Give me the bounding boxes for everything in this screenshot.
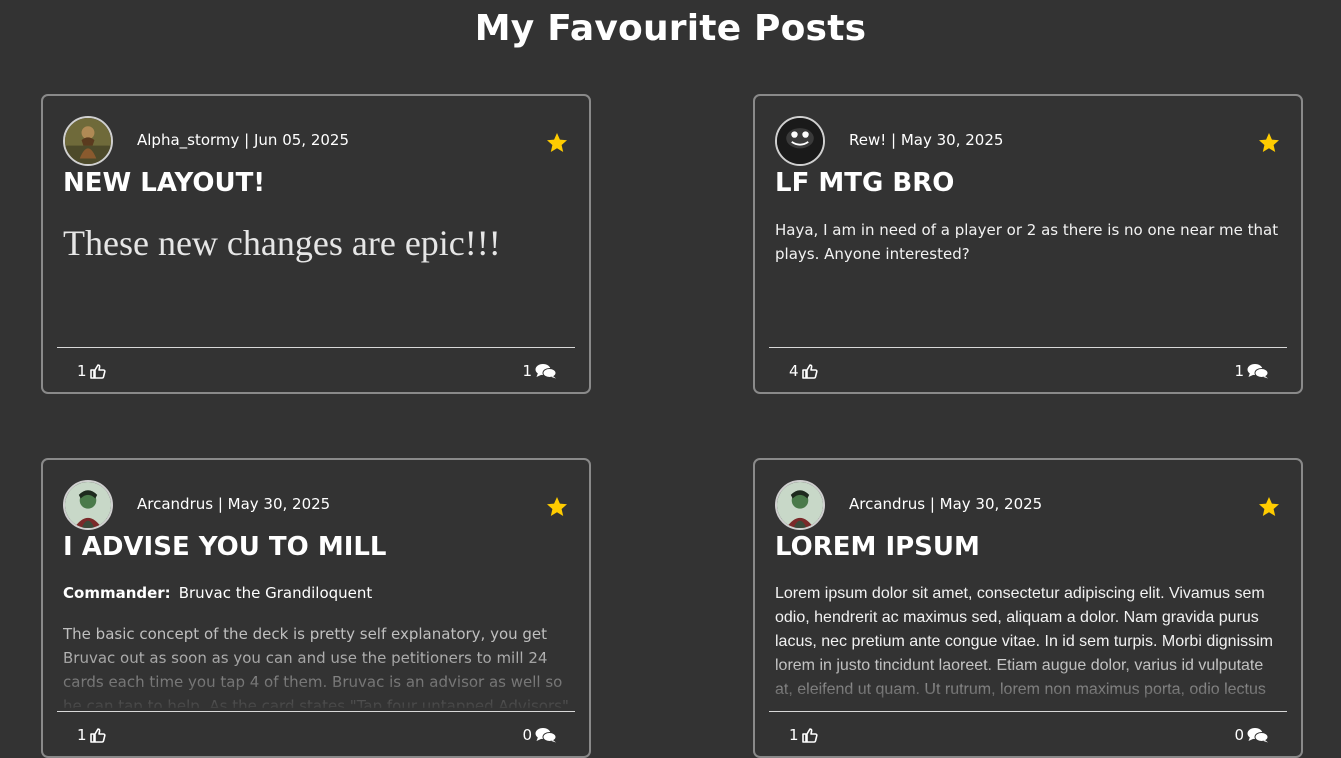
comment-count: 1 <box>1234 362 1244 380</box>
post-card[interactable]: Rew! | May 30, 2025 LF MTG BRO Haya, I a… <box>753 94 1303 394</box>
post-body: The basic concept of the deck is pretty … <box>63 625 569 708</box>
post-title[interactable]: I ADVISE YOU TO MILL <box>63 532 387 562</box>
post-body: Lorem ipsum dolor sit amet, consectetur … <box>775 585 1274 698</box>
comment-count: 0 <box>1234 726 1244 744</box>
commander-line: Commander: Bruvac the Grandiloquent <box>63 584 372 602</box>
avatar-image-icon <box>777 118 823 164</box>
like-count: 4 <box>789 362 799 380</box>
thumbs-up-icon <box>89 364 106 379</box>
favourite-star-icon[interactable] <box>1257 495 1281 519</box>
like-button[interactable]: 1 <box>789 726 818 744</box>
avatar-image-icon <box>65 118 111 164</box>
post-body: These new changes are epic!!! <box>63 223 501 263</box>
avatar-image-icon <box>777 482 823 528</box>
comments-button[interactable]: 1 <box>522 362 557 380</box>
comments-icon <box>1247 364 1269 379</box>
divider <box>57 711 575 712</box>
post-meta: Rew! | May 30, 2025 <box>849 131 1004 149</box>
comments-button[interactable]: 1 <box>1234 362 1269 380</box>
thumbs-up-icon <box>89 728 106 743</box>
like-button[interactable]: 1 <box>77 726 106 744</box>
page-title: My Favourite Posts <box>474 8 867 49</box>
post-title[interactable]: LF MTG BRO <box>775 168 954 198</box>
post-meta: Arcandrus | May 30, 2025 <box>849 495 1043 513</box>
avatar-image-icon <box>65 482 111 528</box>
post-meta: Alpha_stormy | Jun 05, 2025 <box>137 131 350 149</box>
avatar[interactable] <box>63 480 113 530</box>
post-body-container: The basic concept of the deck is pretty … <box>63 622 573 708</box>
divider <box>769 711 1287 712</box>
favourite-star-icon[interactable] <box>1257 131 1281 155</box>
post-meta: Arcandrus | May 30, 2025 <box>137 495 331 513</box>
thumbs-up-icon <box>801 728 818 743</box>
avatar[interactable] <box>63 116 113 166</box>
favourite-star-icon[interactable] <box>545 495 569 519</box>
divider <box>769 347 1287 348</box>
comment-count: 0 <box>522 726 532 744</box>
like-button[interactable]: 4 <box>789 362 818 380</box>
post-card[interactable]: Arcandrus | May 30, 2025 I ADVISE YOU TO… <box>41 458 591 758</box>
favourite-star-icon[interactable] <box>545 131 569 155</box>
post-title[interactable]: NEW LAYOUT! <box>63 168 265 198</box>
like-button[interactable]: 1 <box>77 362 106 380</box>
post-body: Haya, I am in need of a player or 2 as t… <box>775 221 1279 263</box>
commander-value: Bruvac the Grandiloquent <box>178 584 373 602</box>
avatar[interactable] <box>775 116 825 166</box>
divider <box>57 347 575 348</box>
like-count: 1 <box>789 726 799 744</box>
post-title[interactable]: LOREM IPSUM <box>775 532 980 562</box>
comment-count: 1 <box>522 362 532 380</box>
like-count: 1 <box>77 362 87 380</box>
post-body-container: Lorem ipsum dolor sit amet, consectetur … <box>775 582 1285 708</box>
post-card[interactable]: Alpha_stormy | Jun 05, 2025 NEW LAYOUT! … <box>41 94 591 394</box>
avatar[interactable] <box>775 480 825 530</box>
comments-icon <box>535 364 557 379</box>
like-count: 1 <box>77 726 87 744</box>
post-card[interactable]: Arcandrus | May 30, 2025 LOREM IPSUM Lor… <box>753 458 1303 758</box>
comments-icon <box>535 728 557 743</box>
comments-button[interactable]: 0 <box>522 726 557 744</box>
thumbs-up-icon <box>801 364 818 379</box>
comments-icon <box>1247 728 1269 743</box>
comments-button[interactable]: 0 <box>1234 726 1269 744</box>
commander-label: Commander: <box>63 584 171 602</box>
